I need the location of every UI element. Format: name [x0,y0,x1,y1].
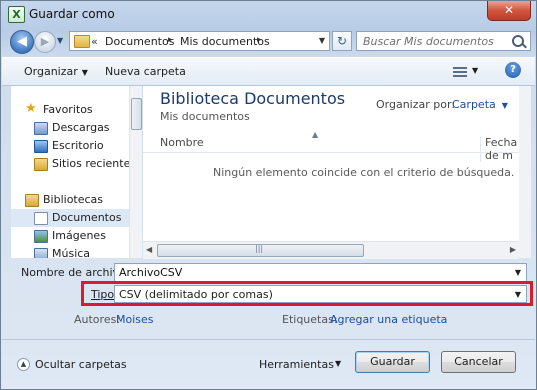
chevron-down-icon[interactable]: ▼ [515,268,521,277]
documents-icon [34,212,48,225]
address-dropdown-icon[interactable]: ▼ [319,36,325,45]
command-toolbar: Organizar ▼ Nueva carpeta ▼ ? [2,57,535,86]
tools-dropdown-icon[interactable]: ▼ [335,359,341,368]
back-button[interactable]: ◀ [10,30,34,54]
search-icon[interactable] [512,35,524,47]
save-as-dialog: X Guardar como ✕ ◀ ▶ ▼ « Documentos ▸ Mi… [0,0,537,390]
folder-icon [74,35,90,48]
library-title: Biblioteca Documentos [160,89,346,108]
sidebar-item-favoritos[interactable]: ★ Favoritos [11,101,141,119]
search-box[interactable] [356,31,531,51]
refresh-button[interactable]: ↻ [332,31,352,51]
save-button[interactable]: Guardar [355,351,430,373]
view-dropdown-icon[interactable]: ▼ [472,66,478,75]
music-icon [34,248,48,258]
authors-value[interactable]: Moises [116,313,154,326]
column-header-row: ▲ Nombre Fecha de m [143,130,531,162]
sidebar-item-descargas[interactable]: Descargas [11,119,141,137]
navigation-pane-scrollbar[interactable] [129,86,142,258]
sidebar-item-label: Música [52,247,91,258]
breadcrumb-documentos[interactable]: Documentos [105,35,174,48]
organize-label: Organizar [24,65,78,78]
chevron-down-icon: ▼ [501,101,508,110]
sidebar-item-sitios-recientes[interactable]: Sitios recientes [11,155,141,173]
file-type-value: CSV (delimitado por comas) [119,288,273,301]
file-list-pane: Biblioteca Documentos Mis documentos Org… [143,86,531,258]
sort-indicator-icon: ▲ [312,130,319,139]
desktop-icon [34,140,48,153]
sidebar-item-label: Favoritos [43,103,93,116]
sidebar-item-label: Sitios recientes [52,157,137,170]
arrange-by-value: Carpeta [452,98,496,111]
tools-button[interactable]: Herramientas [259,358,334,371]
forward-button[interactable]: ▶ [34,31,56,53]
breadcrumb-separator-icon[interactable]: ▸ [257,35,262,45]
excel-app-icon: X [8,6,25,23]
sidebar-item-musica[interactable]: Música [11,245,141,258]
arrange-by-label: Organizar por: [376,98,456,111]
sidebar-item-imagenes[interactable]: Imágenes [11,227,141,245]
libraries-icon [25,194,39,207]
cancel-button[interactable]: Cancelar [441,351,516,373]
footer-divider [2,339,535,340]
search-input[interactable] [363,34,503,48]
file-type-select[interactable]: CSV (delimitado por comas) ▼ [114,285,527,303]
chevron-up-icon: ▲ [17,358,30,371]
pictures-icon [34,230,48,243]
add-tag-link[interactable]: Agregar una etiqueta [330,313,447,326]
scrollbar-grip-icon: ||| [255,244,264,253]
sidebar-item-label: Imágenes [52,229,106,242]
hide-folders-label: Ocultar carpetas [35,358,127,371]
sidebar-item-label: Documentos [52,211,122,224]
organize-button[interactable]: Organizar ▼ [24,65,88,78]
sidebar-item-documentos[interactable]: Documentos [11,209,141,227]
recent-places-icon [34,158,48,171]
filename-field[interactable]: ▼ [114,263,527,282]
title-bar: X Guardar como ✕ [1,1,536,27]
sidebar-item-label: Bibliotecas [43,193,104,206]
arrange-by-dropdown[interactable]: Carpeta ▼ [452,98,508,111]
navigation-bar: ◀ ▶ ▼ « Documentos ▸ Mis documentos ▸ ▼ … [1,28,536,54]
path-chevron[interactable]: « [91,35,98,48]
close-button[interactable]: ✕ [487,1,531,21]
view-options-icon[interactable] [453,67,467,77]
breadcrumb-separator-icon[interactable]: ▸ [168,35,173,45]
sidebar-item-label: Descargas [52,121,110,134]
downloads-icon [34,122,48,135]
dialog-title: Guardar como [29,7,115,21]
library-subtitle: Mis documentos [160,110,250,123]
navigation-pane: ★ Favoritos Descargas Escritorio Sitios … [11,86,141,258]
chevron-down-icon: ▼ [81,68,88,77]
file-list-vertical-scrollbar[interactable] [519,86,531,258]
new-folder-button[interactable]: Nueva carpeta [105,65,186,78]
recent-pages-dropdown-icon[interactable]: ▼ [57,36,63,45]
scroll-right-icon[interactable]: ▶ [510,245,516,254]
empty-results-message: Ningún elemento coincide con el criterio… [213,166,515,179]
file-list-horizontal-scrollbar[interactable]: ◀ ||| ▶ [143,241,519,259]
star-icon: ★ [25,101,37,116]
authors-label: Autores: [74,313,121,326]
scrollbar-thumb[interactable] [131,98,142,130]
sidebar-item-bibliotecas[interactable]: Bibliotecas [11,191,141,209]
filename-input[interactable] [119,265,499,280]
help-icon[interactable]: ? [505,62,521,78]
sidebar-item-label: Escritorio [52,139,104,152]
sidebar-item-escritorio[interactable]: Escritorio [11,137,141,155]
scroll-left-icon[interactable]: ◀ [146,245,152,254]
address-bar[interactable]: « Documentos ▸ Mis documentos ▸ ▼ [69,31,330,51]
chevron-down-icon[interactable]: ▼ [515,290,521,299]
column-header-name[interactable]: Nombre [160,136,204,149]
